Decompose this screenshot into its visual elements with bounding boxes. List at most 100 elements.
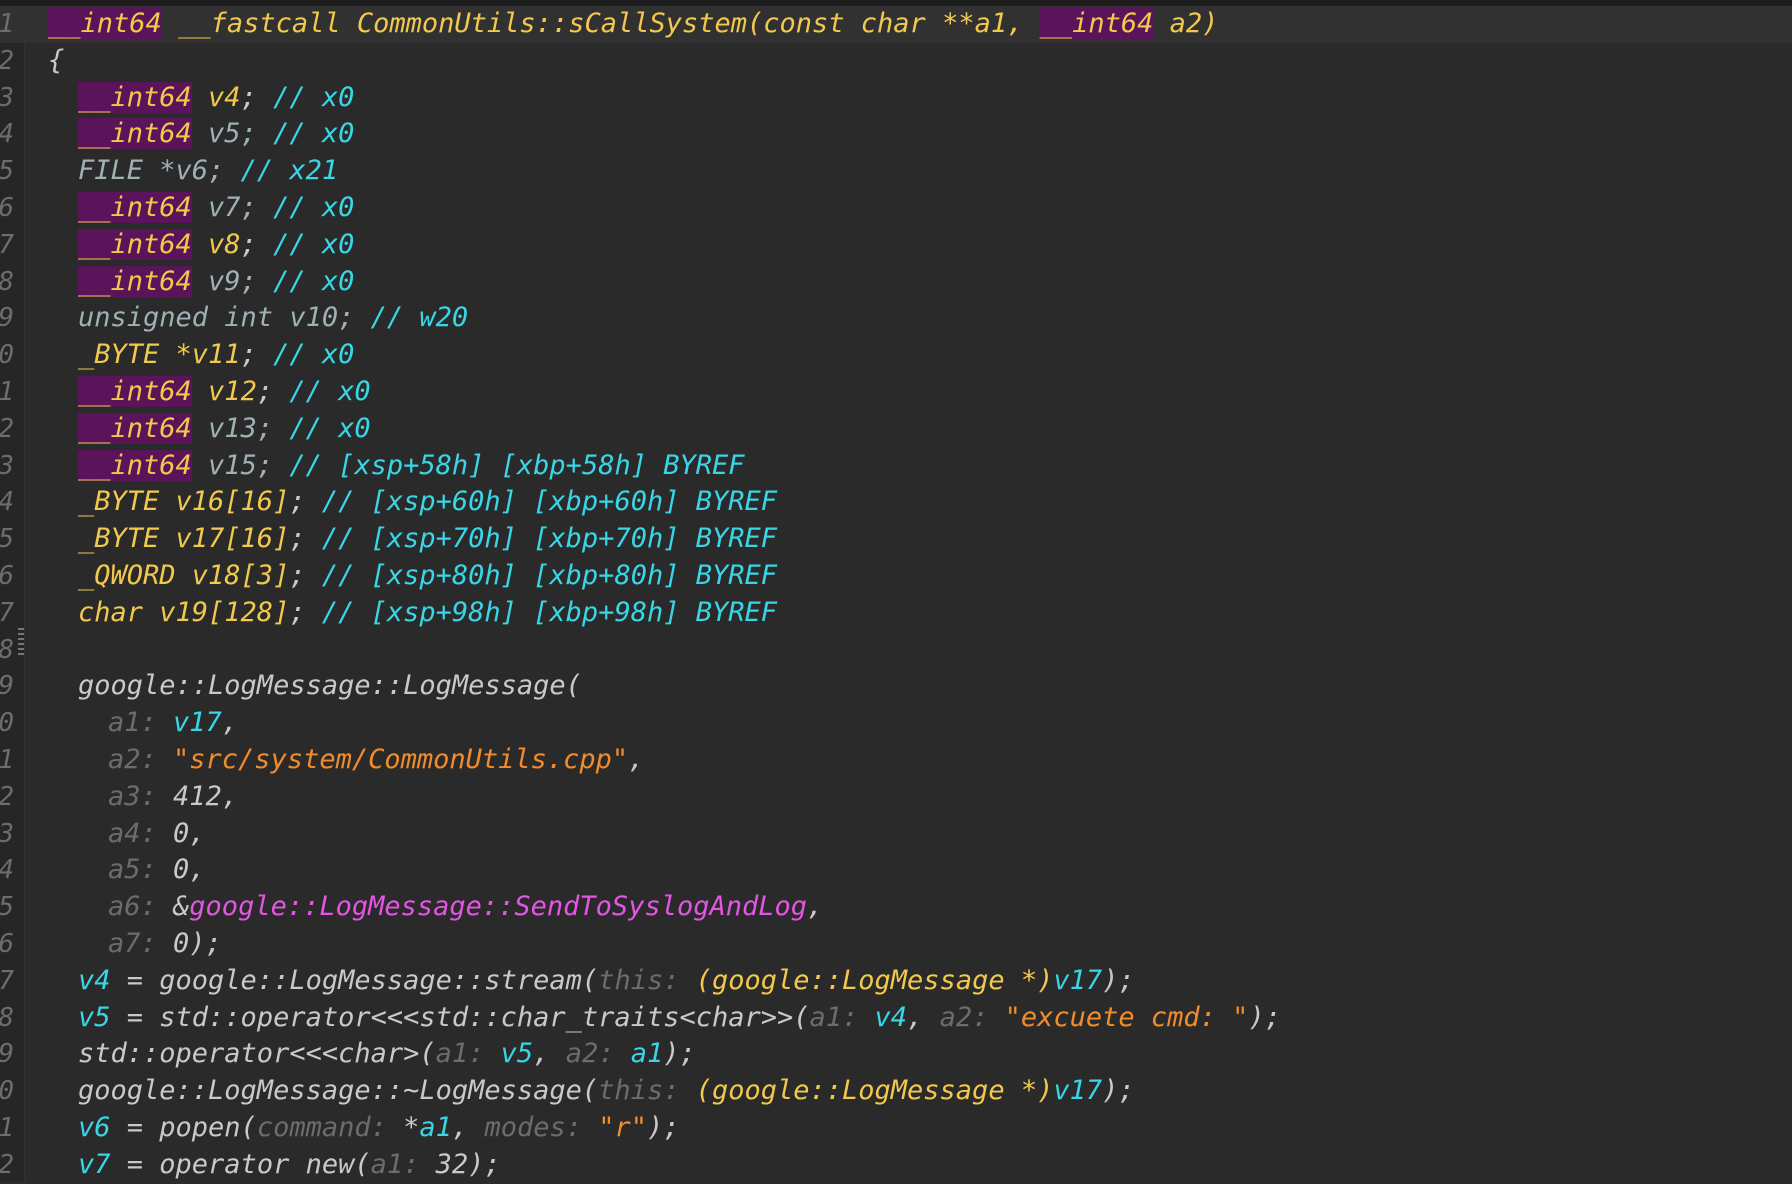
code-text[interactable]: a7: 0); bbox=[108, 926, 222, 963]
code-line[interactable]: 4 _BYTE v16[16]; // [xsp+60h] [xbp+60h] B… bbox=[0, 484, 1792, 521]
code-text[interactable]: a6: &google::LogMessage::SendToSyslogAnd… bbox=[108, 889, 823, 926]
code-line[interactable]: 9 unsigned int v10; // w20 bbox=[0, 300, 1792, 337]
code-line[interactable]: 1 __int64 __fastcall CommonUtils::sCallSy… bbox=[0, 6, 1792, 43]
code-token-def: , bbox=[807, 891, 824, 923]
code-line[interactable]: 8 __int64 v9; // x0 bbox=[0, 264, 1792, 301]
code-token-num: 0 bbox=[173, 927, 190, 959]
line-number: 3 bbox=[0, 816, 14, 853]
code-token-hint: a1: bbox=[370, 1148, 436, 1180]
line-number: 9 bbox=[0, 300, 14, 337]
code-line[interactable]: 1 __int64 v12; // x0 bbox=[0, 374, 1792, 411]
code-line[interactable]: 8 bbox=[0, 632, 1792, 669]
code-line[interactable]: 5 FILE *v6; // x21 bbox=[0, 153, 1792, 190]
code-token-def: ; bbox=[289, 523, 322, 555]
code-line[interactable]: 2 __int64 v13; // x0 bbox=[0, 411, 1792, 448]
code-line[interactable]: 3 __int64 v15; // [xsp+58h] [xbp+58h] BYR… bbox=[0, 448, 1792, 485]
line-number: 1 bbox=[0, 1110, 14, 1147]
code-token-dim: FILE *v6; bbox=[78, 155, 241, 187]
code-text[interactable]: google::LogMessage::LogMessage( bbox=[78, 668, 582, 705]
code-token-dim: v15; bbox=[191, 449, 290, 481]
code-line[interactable]: 2{ bbox=[0, 43, 1792, 80]
line-number: 0 bbox=[0, 337, 14, 374]
line-number: 6 bbox=[0, 926, 14, 963]
code-line[interactable]: 8 v5 = std::operator<<<std::char_traits<c… bbox=[0, 1000, 1792, 1037]
code-text[interactable]: v5 = std::operator<<<std::char_traits<ch… bbox=[78, 1000, 1281, 1037]
code-token-num: 32 bbox=[435, 1148, 469, 1180]
code-line[interactable]: 7 char v19[128]; // [xsp+98h] [xbp+98h] B… bbox=[0, 595, 1792, 632]
code-text[interactable]: __int64 v12; // x0 bbox=[78, 374, 371, 411]
line-number: 8 bbox=[0, 264, 14, 301]
code-editor[interactable]: 1 __int64 __fastcall CommonUtils::sCallSy… bbox=[0, 0, 1792, 1181]
code-text[interactable]: v7 = operator new(a1: 32); bbox=[78, 1147, 501, 1184]
code-line[interactable]: 1 v6 = popen(command: *a1, modes: "r"); bbox=[0, 1110, 1792, 1147]
code-line[interactable]: 4 a5: 0, bbox=[0, 852, 1792, 889]
code-text[interactable]: a1: v17, bbox=[108, 705, 238, 742]
code-line[interactable]: 9 google::LogMessage::LogMessage( bbox=[0, 668, 1792, 705]
code-line[interactable]: 6 _QWORD v18[3]; // [xsp+80h] [xbp+80h] B… bbox=[0, 558, 1792, 595]
code-line[interactable]: 6 __int64 v7; // x0 bbox=[0, 190, 1792, 227]
code-text[interactable]: { bbox=[48, 43, 64, 80]
code-token-kw: (google::LogMessage *) bbox=[695, 964, 1054, 996]
code-text[interactable]: _QWORD v18[3]; // [xsp+80h] [xbp+80h] BY… bbox=[78, 558, 777, 595]
code-text[interactable]: v6 = popen(command: *a1, modes: "r"); bbox=[78, 1110, 680, 1147]
code-line[interactable]: 2 a3: 412, bbox=[0, 779, 1792, 816]
code-text[interactable]: _BYTE *v11; // x0 bbox=[78, 337, 354, 374]
code-token-cmt: // x0 bbox=[273, 118, 355, 150]
code-token-dim: v13; bbox=[191, 412, 290, 444]
code-token-def: ); bbox=[663, 1038, 696, 1070]
code-token-def: , bbox=[221, 707, 239, 739]
line-number: 7 bbox=[0, 227, 14, 264]
code-text[interactable]: __int64 v4; // x0 bbox=[78, 80, 354, 117]
code-line[interactable]: 1 a2: "src/system/CommonUtils.cpp", bbox=[0, 742, 1792, 779]
code-token-def: = google::LogMessage::stream( bbox=[110, 964, 599, 996]
code-token-hint: a2: bbox=[565, 1038, 631, 1070]
code-text[interactable]: _BYTE v17[16]; // [xsp+70h] [xbp+70h] BY… bbox=[78, 521, 777, 558]
code-token-hint: this: bbox=[598, 964, 696, 996]
code-line[interactable]: 0 _BYTE *v11; // x0 bbox=[0, 337, 1792, 374]
code-token-str: "src/system/CommonUtils.cpp" bbox=[173, 743, 629, 775]
code-line[interactable]: 0 google::LogMessage::~LogMessage(this: (… bbox=[0, 1073, 1792, 1110]
code-token-def: ); bbox=[647, 1111, 680, 1143]
code-token-def: , bbox=[451, 1111, 485, 1143]
code-line[interactable]: 7 v4 = google::LogMessage::stream(this: (… bbox=[0, 963, 1792, 1000]
code-text[interactable]: __int64 __fastcall CommonUtils::sCallSys… bbox=[48, 6, 1218, 43]
code-line[interactable]: 9 std::operator<<<char>(a1: v5, a2: a1); bbox=[0, 1036, 1792, 1073]
code-line[interactable]: 5 _BYTE v17[16]; // [xsp+70h] [xbp+70h] B… bbox=[0, 521, 1792, 558]
code-token-cmt: // x0 bbox=[273, 191, 355, 223]
code-token-hint: a3: bbox=[108, 780, 174, 812]
code-line[interactable]: 7 __int64 v8; // x0 bbox=[0, 227, 1792, 264]
code-line[interactable]: 3 a4: 0, bbox=[0, 816, 1792, 853]
code-text[interactable]: __int64 v7; // x0 bbox=[78, 190, 354, 227]
code-text[interactable]: a3: 412, bbox=[108, 779, 238, 816]
code-line[interactable]: 4 __int64 v5; // x0 bbox=[0, 116, 1792, 153]
code-line[interactable]: 2 v7 = operator new(a1: 32); bbox=[0, 1147, 1792, 1184]
code-token-def: = operator new( bbox=[110, 1148, 371, 1180]
code-line[interactable]: 6 a7: 0); bbox=[0, 926, 1792, 963]
code-area[interactable]: 1 __int64 __fastcall CommonUtils::sCallSy… bbox=[0, 6, 1792, 1184]
code-text[interactable]: a5: 0, bbox=[108, 852, 206, 889]
code-text[interactable]: __int64 v9; // x0 bbox=[78, 264, 354, 301]
code-line[interactable]: 0 a1: v17, bbox=[0, 705, 1792, 742]
code-text[interactable]: std::operator<<<char>(a1: v5, a2: a1); bbox=[78, 1036, 696, 1073]
code-text[interactable]: FILE *v6; // x21 bbox=[78, 153, 338, 190]
code-text[interactable]: __int64 v13; // x0 bbox=[78, 411, 371, 448]
code-token-def: ; bbox=[240, 228, 274, 260]
code-text[interactable]: _BYTE v16[16]; // [xsp+60h] [xbp+60h] BY… bbox=[78, 484, 777, 521]
code-token-def bbox=[162, 8, 178, 39]
code-token-def: & bbox=[173, 891, 190, 923]
code-token-num: 0 bbox=[173, 817, 190, 849]
code-text[interactable]: google::LogMessage::~LogMessage(this: (g… bbox=[78, 1073, 1135, 1110]
code-token-def: { bbox=[48, 44, 65, 76]
code-line[interactable]: 3 __int64 v4; // x0 bbox=[0, 80, 1792, 117]
code-token-cmt: // x0 bbox=[273, 265, 355, 297]
code-token-hl: __int64 bbox=[78, 265, 192, 297]
code-text[interactable]: v4 = google::LogMessage::stream(this: (g… bbox=[78, 963, 1135, 1000]
code-text[interactable]: unsigned int v10; // w20 bbox=[78, 300, 468, 337]
code-text[interactable]: __int64 v15; // [xsp+58h] [xbp+58h] BYRE… bbox=[78, 448, 745, 485]
code-text[interactable]: __int64 v5; // x0 bbox=[78, 116, 354, 153]
code-line[interactable]: 5 a6: &google::LogMessage::SendToSyslogAn… bbox=[0, 889, 1792, 926]
code-text[interactable]: __int64 v8; // x0 bbox=[78, 227, 354, 264]
code-text[interactable]: a2: "src/system/CommonUtils.cpp", bbox=[108, 742, 644, 779]
code-text[interactable]: a4: 0, bbox=[108, 816, 206, 853]
code-text[interactable]: char v19[128]; // [xsp+98h] [xbp+98h] BY… bbox=[78, 595, 777, 632]
